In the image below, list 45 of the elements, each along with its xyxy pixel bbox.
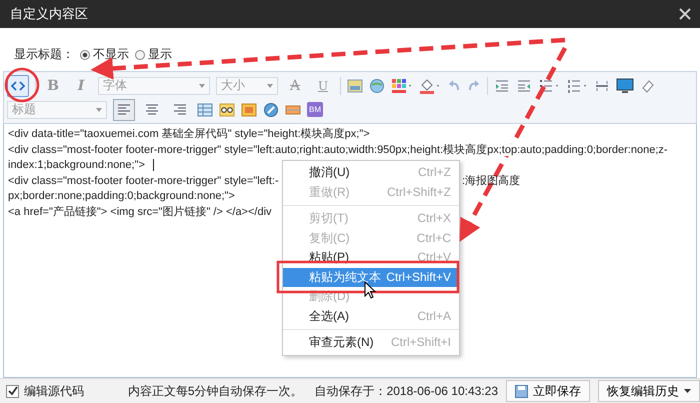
save-now-button[interactable]: 立即保存	[506, 380, 590, 402]
mouse-pointer-icon	[364, 281, 376, 299]
heading-select[interactable]: 标题	[7, 100, 107, 118]
picture-icon[interactable]	[347, 78, 363, 94]
code-line: :海报图高度	[462, 174, 520, 188]
outdent-icon[interactable]	[516, 78, 532, 94]
radio-option[interactable]: 不显示	[80, 46, 129, 63]
align-center-icon	[145, 104, 159, 116]
underline-button[interactable]: U	[312, 74, 334, 96]
bullet-list-icon[interactable]	[538, 78, 560, 94]
radio-option[interactable]: 显示	[135, 46, 172, 63]
monitor-icon[interactable]	[616, 78, 634, 94]
code-brackets-icon	[11, 80, 25, 92]
italic-button[interactable]: I	[70, 74, 92, 96]
align-left-button[interactable]	[113, 98, 135, 120]
strikethrough-button[interactable]: A	[284, 74, 306, 96]
color-grid-icon[interactable]	[391, 78, 413, 94]
window-title: 自定义内容区	[10, 5, 88, 23]
caret-icon	[684, 389, 691, 393]
source-code-button[interactable]	[7, 74, 29, 96]
option-label: 显示标题：	[14, 46, 74, 63]
size-select[interactable]: 大小	[216, 76, 278, 94]
table-icon[interactable]	[197, 102, 213, 118]
glasses-icon[interactable]	[219, 102, 235, 118]
bm-icon[interactable]: BM	[307, 102, 323, 117]
source-checkbox[interactable]: 编辑源代码	[6, 382, 84, 400]
bold-button[interactable]: B	[42, 74, 64, 96]
code-editor[interactable]	[3, 124, 697, 378]
menu-item[interactable]: 审查元素(N) Ctrl+Shift+I	[283, 333, 459, 352]
numbered-list-icon[interactable]	[566, 78, 588, 94]
highlight-circle	[4, 68, 40, 102]
globe-icon[interactable]	[369, 78, 385, 94]
align-right-icon	[173, 104, 187, 116]
menu-item[interactable]: 撤消(U) Ctrl+Z	[283, 163, 459, 182]
align-left-icon	[117, 104, 131, 116]
checkmark-icon	[8, 386, 18, 396]
restore-history-button[interactable]: 恢复编辑历史	[598, 380, 700, 402]
font-select[interactable]: 字体	[98, 76, 210, 94]
film-icon[interactable]	[241, 102, 257, 118]
menu-item[interactable]: 粘贴为纯文本 Ctrl+Shift+V	[283, 268, 459, 287]
menu-item[interactable]: 全选(A) Ctrl+A	[283, 306, 459, 326]
close-icon[interactable]	[678, 7, 692, 21]
autosave-note: 内容正文每5分钟自动保存一次。	[128, 382, 303, 400]
indent-icon[interactable]	[494, 78, 510, 94]
autosave-time: 自动保存于：2018-06-06 10:43:23	[314, 382, 498, 400]
